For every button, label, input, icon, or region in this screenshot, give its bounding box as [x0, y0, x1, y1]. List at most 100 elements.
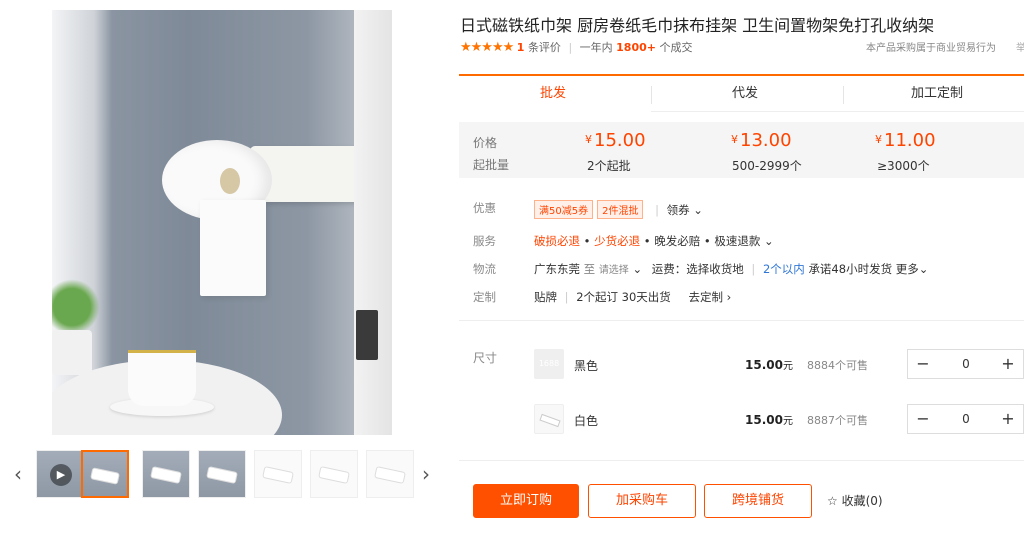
image-paper-sheet [200, 200, 266, 296]
image-cup [128, 350, 196, 406]
sku-label: 尺寸 [473, 351, 498, 365]
thumb-image[interactable] [198, 450, 246, 498]
plus-icon[interactable]: + [993, 350, 1023, 378]
section-divider [459, 460, 1024, 461]
thumb-product-shape [150, 466, 182, 484]
main-product-image[interactable] [52, 10, 392, 435]
tier-qty: 2个起批 [587, 159, 631, 173]
ship-promise: 承诺48小时发货 [808, 262, 893, 276]
destination-select[interactable]: 请选择 [599, 265, 629, 276]
favorite-button[interactable]: ☆ 收藏(0) [827, 492, 883, 509]
coupon-tag[interactable]: 满50减5券 [534, 200, 594, 219]
product-meta: ★★★★★ 1 条评价 | 一年内 1800+ 个成交 本产品采购属于商业贸易行… [460, 39, 1024, 57]
trade-note: 本产品采购属于商业贸易行为 [866, 43, 996, 54]
tab-custom[interactable]: 加工定制 [843, 76, 1024, 112]
service-label: 服务 [473, 234, 496, 248]
minus-icon[interactable]: − [908, 350, 938, 378]
add-cart-button[interactable]: 加采购车 [588, 484, 696, 518]
review-count[interactable]: 1 [517, 41, 525, 54]
custom-min: 2个起订 [576, 290, 619, 304]
ship-origin: 广东东莞 [534, 262, 580, 276]
divider: | [655, 203, 659, 217]
divider: | [568, 41, 573, 54]
chevron-down-icon[interactable]: ⌄ [632, 262, 642, 276]
price-box: 价格 起批量 ¥15.00 2个起批 ¥13.00 500-2999个 ¥11.… [459, 122, 1024, 178]
sku-swatch[interactable]: 1688 [534, 349, 564, 379]
tier-price: ¥13.00 [731, 130, 792, 151]
custom-label: 定制 [473, 290, 496, 304]
thumb-image[interactable] [254, 450, 302, 498]
sku-swatch[interactable] [534, 404, 564, 434]
star-icon: ☆ [827, 494, 838, 508]
tab-underline [651, 111, 1024, 112]
sku-row: 白色 15.00元 8887个可售 − 0 + [473, 404, 1024, 444]
sold-suffix: 个成交 [659, 41, 693, 54]
favorite-label: 收藏(0) [841, 494, 883, 508]
section-divider [459, 320, 1024, 321]
buy-now-button[interactable]: 立即订购 [473, 484, 579, 518]
thumb-product-shape [206, 466, 238, 484]
tier-price: ¥15.00 [585, 130, 646, 151]
quantity-stepper: − 0 + [907, 349, 1024, 379]
logistics-more[interactable]: 更多⌄ [896, 262, 929, 276]
service-item: 极速退款 [714, 234, 761, 248]
image-pot [52, 330, 92, 375]
plus-icon[interactable]: + [993, 405, 1023, 433]
thumb-product-shape [318, 466, 350, 484]
tab-dropship[interactable]: 代发 [651, 76, 839, 112]
purchase-mode-tabs: 批发 代发 加工定制 [459, 74, 1024, 112]
service-item: 破损必退 [534, 234, 580, 248]
dot: • [583, 234, 591, 248]
thumb-next-icon[interactable]: › [418, 462, 434, 486]
thumbnail-strip: ‹ ▶ › [8, 448, 438, 502]
sku-row: 尺寸 1688 黑色 15.00元 8884个可售 − 0 + [473, 349, 1024, 389]
ship-to: 至 [583, 262, 596, 276]
tab-wholesale[interactable]: 批发 [459, 76, 647, 112]
thumb-image[interactable] [310, 450, 358, 498]
thumb-product-shape [90, 467, 120, 485]
service-more-icon[interactable]: ⌄ [764, 234, 774, 248]
sold-count: 1800+ [616, 41, 656, 54]
cross-border-button[interactable]: 跨境铺货 [704, 484, 812, 518]
play-icon: ▶ [50, 464, 72, 486]
dot: • [643, 234, 651, 248]
thumb-prev-icon[interactable]: ‹ [10, 462, 26, 486]
service-item: 晚发必赔 [654, 234, 701, 248]
image-fridge-handle [356, 310, 378, 360]
thumb-product-shape [262, 466, 294, 484]
service-item: 少货必退 [594, 234, 641, 248]
sku-price: 15.00元 [745, 413, 793, 427]
product-title: 日式磁铁纸巾架 厨房卷纸毛巾抹布挂架 卫生间置物架免打孔收纳架 [460, 16, 935, 35]
quantity-stepper: − 0 + [907, 404, 1024, 434]
custom-type: 贴牌 [534, 290, 557, 304]
offers-label: 优惠 [473, 201, 496, 215]
divider: | [751, 262, 756, 276]
image-roll-core [220, 168, 240, 194]
sku-name: 白色 [574, 414, 599, 428]
divider: | [564, 290, 569, 304]
quantity-input[interactable]: 0 [938, 350, 994, 378]
custom-lead: 30天出货 [621, 290, 671, 304]
custom-link[interactable]: 去定制 › [688, 290, 731, 304]
sold-prefix: 一年内 [579, 41, 613, 54]
thumb-video[interactable]: ▶ [36, 450, 84, 498]
ship-within: 2个以内 [762, 262, 805, 276]
shipping-fee: 运费：选择收货地 [651, 262, 744, 276]
tier-qty: 500-2999个 [732, 159, 802, 173]
price-label: 价格 [473, 136, 498, 150]
sku-price: 15.00元 [745, 358, 793, 372]
mix-batch-tag[interactable]: 2件混批 [597, 200, 644, 219]
thumb-selected[interactable] [81, 450, 129, 498]
quantity-input[interactable]: 0 [938, 405, 994, 433]
get-coupon-link[interactable]: 领券 ⌄ [667, 203, 703, 217]
thumb-product-shape [374, 466, 406, 484]
tier-qty: ≥3000个 [877, 159, 930, 173]
thumb-image[interactable] [366, 450, 414, 498]
rating-stars-icon: ★★★★★ [460, 40, 514, 55]
sku-stock: 8884个可售 [807, 359, 868, 372]
minus-icon[interactable]: − [908, 405, 938, 433]
thumb-image[interactable] [142, 450, 190, 498]
report-link[interactable]: 举 [1016, 39, 1024, 54]
image-fridge-edge [354, 10, 392, 435]
dot: • [703, 234, 711, 248]
